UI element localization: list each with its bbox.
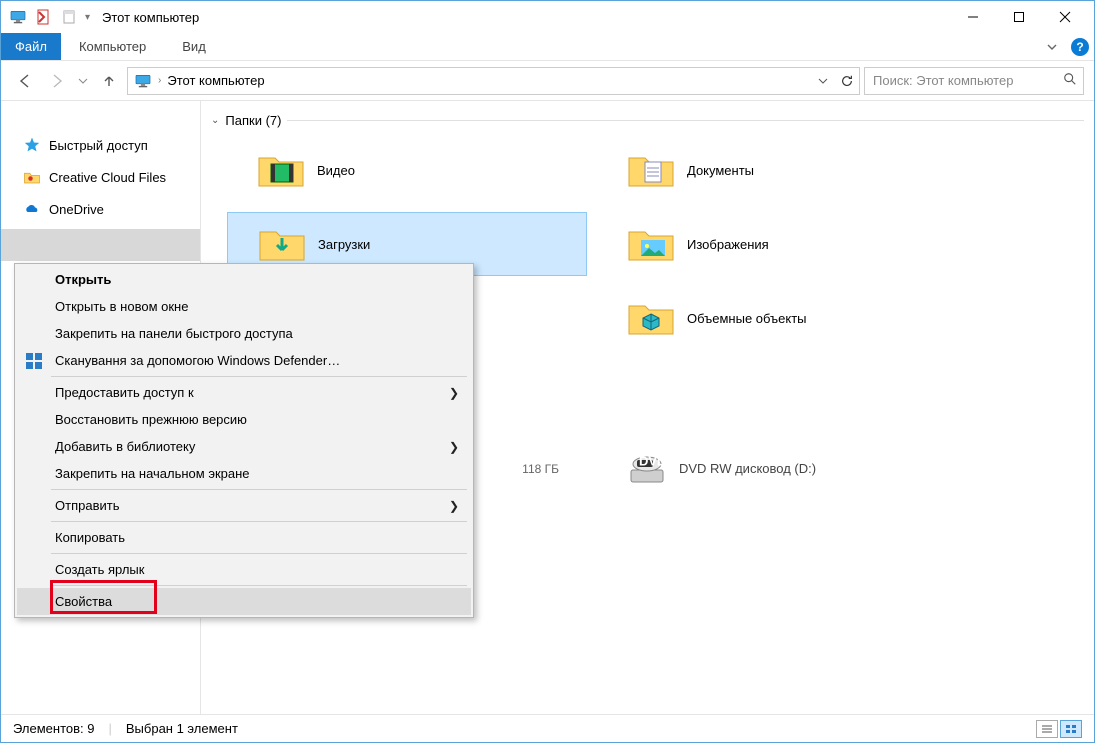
help-icon: ? — [1071, 38, 1089, 56]
breadcrumb-location[interactable]: Этот компьютер — [167, 73, 264, 88]
window-title: Этот компьютер — [102, 10, 199, 25]
address-history-dropdown[interactable] — [813, 68, 833, 94]
ribbon-collapse-toggle[interactable] — [1038, 33, 1066, 60]
group-collapse-icon[interactable]: ⌄ — [211, 115, 219, 126]
ctx-send-to[interactable]: Отправить ❯ — [17, 492, 471, 519]
ctx-open[interactable]: Открыть — [17, 266, 471, 293]
title-bar: ▾ Этот компьютер — [1, 1, 1094, 33]
refresh-button[interactable] — [833, 68, 859, 94]
help-button[interactable]: ? — [1066, 33, 1094, 60]
titlebar-left: ▾ Этот компьютер — [7, 6, 199, 28]
ctx-separator — [51, 553, 467, 554]
forward-button[interactable] — [43, 67, 71, 95]
ctx-open-new-window[interactable]: Открыть в новом окне — [17, 293, 471, 320]
folder-icon — [258, 224, 306, 264]
ctx-label: Добавить в библиотеку — [55, 439, 195, 454]
address-row: › Этот компьютер — [1, 61, 1094, 101]
qat-dropdown-icon[interactable] — [59, 6, 81, 28]
submenu-arrow-icon: ❯ — [449, 386, 459, 400]
folder-3d-objects[interactable]: Объемные объекты — [597, 286, 957, 350]
folder-label: Видео — [317, 163, 355, 178]
menu-view[interactable]: Вид — [164, 33, 224, 60]
folder-icon — [627, 298, 675, 338]
nav-onedrive[interactable]: OneDrive — [1, 193, 200, 225]
submenu-arrow-icon: ❯ — [449, 440, 459, 454]
status-item-count: Элементов: 9 — [13, 721, 94, 736]
back-button[interactable] — [11, 67, 39, 95]
drive-label: DVD RW дисковод (D:) — [679, 461, 816, 476]
ctx-copy[interactable]: Копировать — [17, 524, 471, 551]
divider: | — [108, 721, 111, 736]
defender-icon — [25, 352, 43, 370]
nav-label: Creative Cloud Files — [49, 170, 166, 185]
search-input[interactable] — [873, 73, 1075, 88]
dvd-drive-icon: DVD — [627, 448, 667, 488]
nav-quick-access[interactable]: Быстрый доступ — [1, 129, 200, 161]
ctx-restore-previous[interactable]: Восстановить прежнюю версию — [17, 406, 471, 433]
context-menu: Открыть Открыть в новом окне Закрепить н… — [14, 263, 474, 618]
folder-label: Загрузки — [318, 237, 370, 252]
search-icon[interactable] — [1063, 72, 1077, 89]
ctx-properties[interactable]: Свойства — [17, 588, 471, 615]
breadcrumb-chevron-icon[interactable]: › — [158, 75, 161, 86]
up-button[interactable] — [95, 67, 123, 95]
folder-label: Документы — [687, 163, 754, 178]
maximize-button[interactable] — [996, 2, 1042, 32]
status-selection: Выбран 1 элемент — [126, 721, 238, 736]
folder-videos[interactable]: Видео — [227, 138, 587, 202]
qat-properties-icon[interactable] — [33, 6, 55, 28]
svg-text:DVD: DVD — [639, 454, 666, 469]
ctx-separator — [51, 489, 467, 490]
drive-dvd[interactable]: DVD DVD RW дисковод (D:) — [597, 440, 957, 496]
nav-label: OneDrive — [49, 202, 104, 217]
status-bar: Элементов: 9 | Выбран 1 элемент — [1, 714, 1094, 742]
ctx-separator — [51, 376, 467, 377]
folder-documents[interactable]: Документы — [597, 138, 957, 202]
ctx-label: Сканування за допомогою Windows Defender… — [55, 353, 340, 368]
search-box[interactable] — [864, 67, 1084, 95]
menubar: Файл Компьютер Вид ? — [1, 33, 1094, 61]
submenu-arrow-icon: ❯ — [449, 499, 459, 513]
ctx-give-access[interactable]: Предоставить доступ к ❯ — [17, 379, 471, 406]
minimize-button[interactable] — [950, 2, 996, 32]
recent-locations-button[interactable] — [75, 67, 91, 95]
nav-label: Быстрый доступ — [49, 138, 148, 153]
view-tiles-button[interactable] — [1060, 720, 1082, 738]
folder-icon — [627, 150, 675, 190]
group-folders-label: Папки (7) — [225, 113, 281, 128]
group-folders-header[interactable]: ⌄ Папки (7) — [211, 113, 1084, 128]
nav-this-pc[interactable] — [1, 229, 200, 261]
star-icon — [23, 136, 41, 154]
ctx-add-to-library[interactable]: Добавить в библиотеку ❯ — [17, 433, 471, 460]
menu-computer[interactable]: Компьютер — [61, 33, 164, 60]
ctx-scan-defender[interactable]: Сканування за допомогою Windows Defender… — [17, 347, 471, 374]
ctx-pin-quick-access[interactable]: Закрепить на панели быстрого доступа — [17, 320, 471, 347]
folder-pictures[interactable]: Изображения — [597, 212, 957, 276]
folder-label: Объемные объекты — [687, 311, 807, 326]
computer-icon — [134, 74, 152, 88]
view-toggles — [1036, 720, 1082, 738]
ctx-pin-start[interactable]: Закрепить на начальном экране — [17, 460, 471, 487]
ctx-separator — [51, 585, 467, 586]
close-button[interactable] — [1042, 2, 1088, 32]
divider — [287, 120, 1084, 121]
view-details-button[interactable] — [1036, 720, 1058, 738]
ctx-label: Предоставить доступ к — [55, 385, 194, 400]
quick-access-toolbar: ▾ Этот компьютер — [7, 6, 199, 28]
nav-creative-cloud[interactable]: Creative Cloud Files — [1, 161, 200, 193]
drive-freespace: 118 ГБ — [522, 462, 559, 476]
file-menu[interactable]: Файл — [1, 33, 61, 60]
ctx-separator — [51, 521, 467, 522]
onedrive-icon — [23, 200, 41, 218]
folder-label: Изображения — [687, 237, 769, 252]
folder-icon — [257, 150, 305, 190]
folder-icon — [627, 224, 675, 264]
address-bar[interactable]: › Этот компьютер — [127, 67, 860, 95]
qat-overflow[interactable]: ▾ — [85, 12, 90, 23]
ctx-label: Отправить — [55, 498, 119, 513]
window-controls — [950, 2, 1088, 32]
app-icon[interactable] — [7, 6, 29, 28]
cc-folder-icon — [23, 168, 41, 186]
ctx-create-shortcut[interactable]: Создать ярлык — [17, 556, 471, 583]
